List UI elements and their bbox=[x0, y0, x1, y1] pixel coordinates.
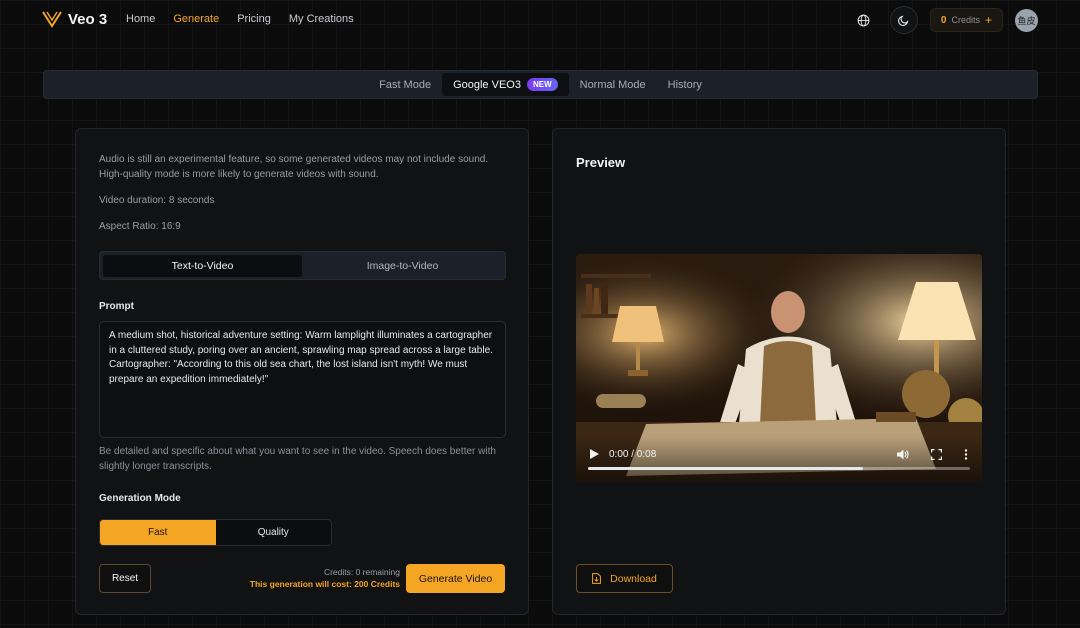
prompt-label: Prompt bbox=[99, 301, 134, 312]
globe-icon bbox=[858, 14, 870, 26]
reset-button[interactable]: Reset bbox=[99, 564, 151, 593]
new-badge: NEW bbox=[526, 78, 558, 91]
tab-text-to-video[interactable]: Text-to-Video bbox=[103, 255, 302, 277]
video-controls: 0:00 / 0:08 bbox=[576, 436, 982, 482]
preview-panel: Preview 0:00 / 0:08 Download bbox=[552, 128, 1006, 615]
video-time: 0:00 / 0:08 bbox=[609, 448, 657, 460]
tab-fast-mode[interactable]: Fast Mode bbox=[368, 73, 442, 96]
aspect-ratio: Aspect Ratio: 16:9 bbox=[99, 221, 181, 232]
download-label: Download bbox=[610, 572, 657, 585]
tab-google-veo3-label: Google VEO3 bbox=[453, 78, 521, 91]
moon-icon bbox=[898, 15, 909, 26]
nav-pricing[interactable]: Pricing bbox=[237, 13, 271, 25]
nav-home[interactable]: Home bbox=[126, 13, 155, 25]
video-controls-right bbox=[897, 448, 968, 460]
tab-normal-mode[interactable]: Normal Mode bbox=[569, 73, 657, 96]
mode-fast-option[interactable]: Fast bbox=[100, 520, 216, 545]
plus-icon: + bbox=[984, 13, 992, 27]
volume-icon[interactable] bbox=[897, 449, 909, 460]
generate-form-panel: Audio is still an experimental feature, … bbox=[75, 128, 529, 615]
download-button[interactable]: Download bbox=[576, 564, 673, 593]
prompt-textarea[interactable]: A medium shot, historical adventure sett… bbox=[99, 321, 506, 438]
credits-remaining: Credits: 0 remaining bbox=[323, 567, 400, 577]
avatar[interactable]: 鱼皮 bbox=[1015, 8, 1038, 32]
credits-label: Credits bbox=[951, 15, 980, 25]
tab-image-to-video[interactable]: Image-to-Video bbox=[303, 255, 502, 277]
prompt-hint: Be detailed and specific about what you … bbox=[99, 446, 496, 472]
more-options-icon[interactable] bbox=[964, 448, 968, 460]
credits-button[interactable]: 0 Credits + bbox=[929, 8, 1003, 32]
main-nav: Home Generate Pricing My Creations bbox=[126, 13, 354, 25]
video-player[interactable]: 0:00 / 0:08 bbox=[576, 254, 982, 482]
generation-cost: This generation will cost: 200 Credits bbox=[249, 578, 400, 589]
top-header: Veo 3 Home Generate Pricing My Creations… bbox=[0, 0, 1080, 40]
mode-quality-option[interactable]: Quality bbox=[215, 520, 331, 545]
generation-mode-toggle: Fast Quality bbox=[99, 519, 332, 546]
credits-count: 0 bbox=[940, 14, 947, 26]
logo-text: Veo 3 bbox=[68, 10, 108, 28]
input-type-tabs: Text-to-Video Image-to-Video bbox=[99, 251, 506, 280]
mode-tabs: Fast Mode Google VEO3 NEW Normal Mode Hi… bbox=[43, 70, 1038, 99]
video-duration: Video duration: 8 seconds bbox=[99, 195, 215, 206]
generation-mode-label: Generation Mode bbox=[99, 493, 181, 504]
video-controls-row: 0:00 / 0:08 bbox=[590, 446, 968, 462]
tab-history[interactable]: History bbox=[657, 73, 713, 96]
logo[interactable]: Veo 3 bbox=[42, 10, 107, 28]
audio-note: Audio is still an experimental feature, … bbox=[99, 154, 489, 180]
video-progress-bar[interactable] bbox=[588, 467, 970, 470]
language-button[interactable] bbox=[852, 8, 876, 32]
veo-logo-icon bbox=[42, 11, 62, 28]
credit-cost-info: Credits: 0 remaining This generation wil… bbox=[250, 567, 400, 590]
header-actions: 0 Credits + 鱼皮 bbox=[852, 6, 1038, 34]
fullscreen-icon[interactable] bbox=[931, 448, 942, 460]
nav-generate[interactable]: Generate bbox=[173, 13, 219, 25]
preview-title: Preview bbox=[576, 155, 626, 170]
video-progress-fill bbox=[588, 467, 864, 470]
tab-google-veo3[interactable]: Google VEO3 NEW bbox=[442, 73, 569, 96]
nav-my-creations[interactable]: My Creations bbox=[289, 13, 354, 25]
file-download-icon bbox=[592, 573, 602, 584]
play-icon[interactable] bbox=[590, 449, 599, 459]
generate-video-button[interactable]: Generate Video bbox=[406, 564, 505, 593]
theme-toggle-button[interactable] bbox=[889, 6, 918, 34]
